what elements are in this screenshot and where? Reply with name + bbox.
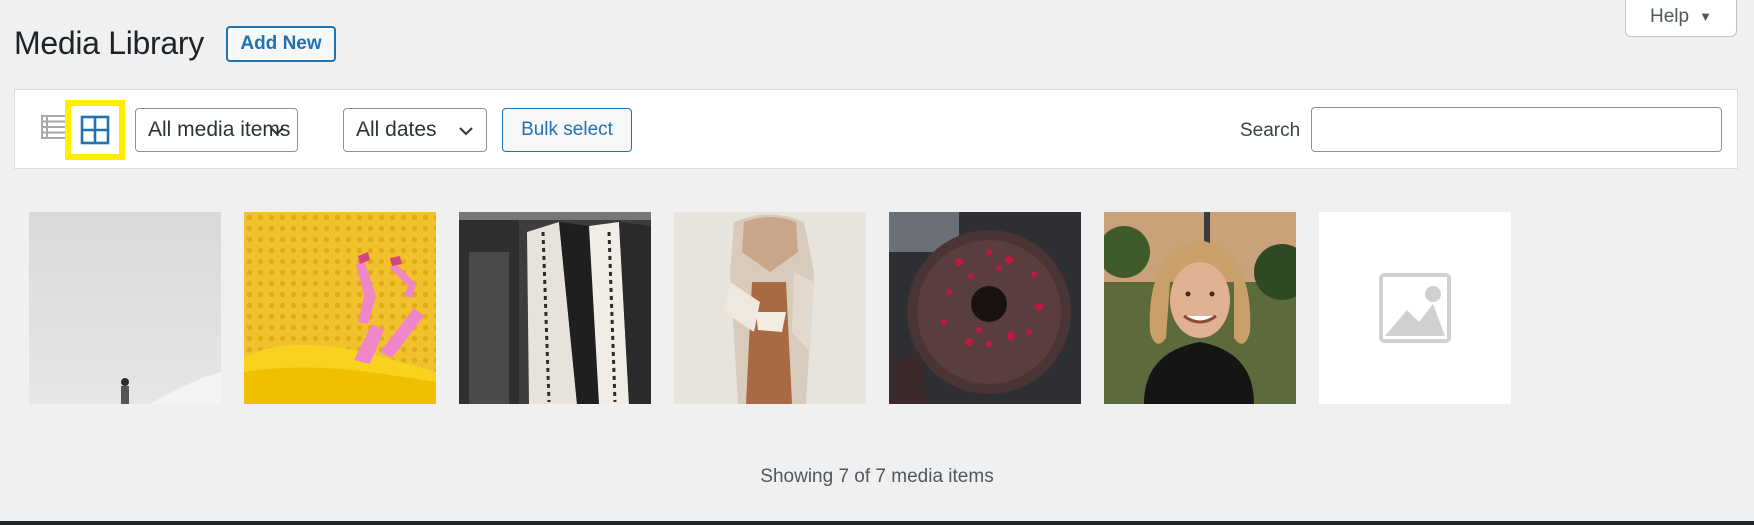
search-label: Search (1240, 120, 1301, 141)
pink-legs-yellow-tub-image (244, 212, 436, 404)
grid-view-icon[interactable] (71, 106, 119, 154)
media-count-text: Showing 7 of 7 media items (760, 466, 994, 487)
media-item[interactable] (1319, 212, 1511, 404)
date-filter-value: All dates (356, 118, 437, 141)
bottom-border (0, 521, 1754, 525)
caret-down-icon: ▼ (1699, 9, 1712, 24)
media-item[interactable] (244, 212, 436, 404)
media-item[interactable] (674, 212, 866, 404)
bulk-select-button[interactable]: Bulk select (502, 108, 632, 152)
help-label: Help (1650, 5, 1690, 27)
media-item[interactable] (29, 212, 221, 404)
search-input[interactable] (1311, 107, 1722, 152)
clothing-rack-image (459, 212, 651, 404)
chevron-down-icon (459, 127, 473, 136)
add-new-button[interactable]: Add New (226, 26, 336, 62)
list-view-icon[interactable] (41, 114, 67, 140)
page-title: Media Library (14, 25, 204, 61)
placeholder-image-icon (1319, 212, 1511, 404)
media-toolbar: All media items All dates Bulk select Se… (14, 89, 1738, 169)
smiling-woman-portrait-image (1104, 212, 1296, 404)
chocolate-donut-image (889, 212, 1081, 404)
media-item[interactable] (459, 212, 651, 404)
help-tab-button[interactable]: Help ▼ (1625, 0, 1737, 37)
date-filter-select[interactable]: All dates (343, 108, 487, 152)
media-item[interactable] (889, 212, 1081, 404)
person-in-white-room-image (29, 212, 221, 404)
media-item[interactable] (1104, 212, 1296, 404)
media-library-page: Help ▼ Media Library Add New All media i… (0, 0, 1754, 525)
media-type-filter-select[interactable]: All media items (135, 108, 298, 152)
chevron-down-icon (270, 127, 284, 136)
woman-in-robe-image (674, 212, 866, 404)
